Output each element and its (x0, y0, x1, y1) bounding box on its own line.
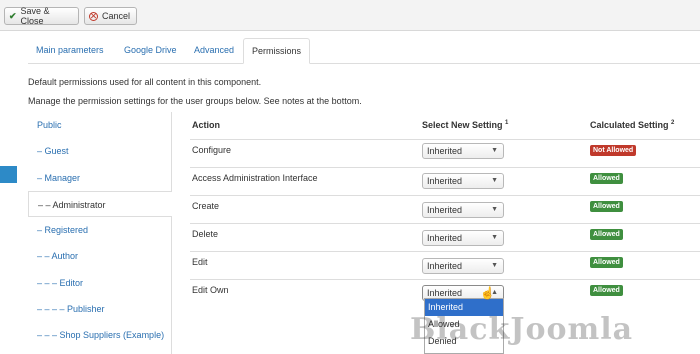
status-badge: Allowed (590, 257, 623, 268)
group-guest[interactable]: – Guest (28, 138, 171, 164)
header-calculated-setting: Calculated Setting 2 (590, 120, 675, 130)
tab-divider (28, 63, 700, 64)
group-editor[interactable]: – – – Editor (28, 270, 171, 296)
note-1: 1 (505, 120, 509, 126)
status-badge: Allowed (590, 173, 623, 184)
hand-pointer-icon: ☝ (480, 286, 495, 300)
status-badge: Allowed (590, 229, 623, 240)
action-delete: Delete (192, 229, 219, 239)
header-action: Action (192, 120, 220, 130)
setting-select-configure[interactable]: Inherited ▼ (422, 143, 504, 159)
table-row: Edit Inherited ▼ Allowed (190, 251, 700, 279)
watermark-logo: BlackJoomla (410, 312, 634, 347)
action-create: Create (192, 201, 220, 211)
cancel-circle-icon: ✕ (89, 10, 98, 21)
caret-down-icon: ▼ (491, 262, 498, 269)
sidebar-accent (0, 166, 17, 183)
action-access-admin-interface: Access Administration Interface (192, 173, 318, 183)
group-author[interactable]: – – Author (28, 243, 171, 269)
save-close-button[interactable]: ✔ Save & Close (4, 6, 79, 26)
table-row: Configure Inherited ▼ Not Allowed (190, 139, 700, 167)
caret-down-icon: ▼ (491, 234, 498, 241)
cancel-button[interactable]: ✕ Cancel (84, 7, 137, 25)
setting-select-create[interactable]: Inherited ▼ (422, 202, 504, 218)
tab-google-drive[interactable]: Google Drive (116, 38, 185, 63)
cancel-label: Cancel (102, 11, 131, 21)
check-icon: ✔ (9, 10, 17, 21)
caret-down-icon: ▼ (491, 147, 498, 154)
intro-manage-permissions: Manage the permission settings for the u… (28, 96, 362, 106)
table-row: Delete Inherited ▼ Allowed (190, 223, 700, 251)
status-badge: Allowed (590, 285, 623, 296)
setting-select-access-admin[interactable]: Inherited ▼ (422, 173, 504, 189)
status-badge: Allowed (590, 201, 623, 212)
setting-select-delete[interactable]: Inherited ▼ (422, 230, 504, 246)
toolbar: ✔ Save & Close ✕ Cancel (0, 0, 700, 31)
group-publisher[interactable]: – – – – Publisher (28, 296, 171, 322)
group-shop-suppliers[interactable]: – – – Shop Suppliers (Example) (28, 322, 171, 348)
save-close-label: Save & Close (20, 6, 50, 26)
caret-down-icon: ▼ (491, 206, 498, 213)
header-select-new-setting: Select New Setting 1 (422, 120, 509, 130)
table-header: Action Select New Setting 1 Calculated S… (190, 112, 700, 139)
user-groups-list: Public – Guest – Manager – – Administrat… (28, 112, 172, 354)
action-edit-own: Edit Own (192, 285, 229, 295)
action-configure: Configure (192, 145, 232, 155)
group-registered[interactable]: – Registered (28, 217, 171, 243)
tab-permissions[interactable]: Permissions (243, 38, 311, 64)
group-administrator[interactable]: – – Administrator (28, 190, 172, 218)
tab-advanced[interactable]: Advanced (186, 38, 242, 63)
tab-main-parameters[interactable]: Main parameters (28, 38, 112, 63)
table-row: Access Administration Interface Inherite… (190, 167, 700, 195)
note-2: 2 (671, 120, 675, 126)
group-public[interactable]: Public (28, 112, 171, 138)
intro-default-permissions: Default permissions used for all content… (28, 77, 262, 87)
caret-down-icon: ▼ (491, 177, 498, 184)
status-badge: Not Allowed (590, 145, 637, 156)
group-manager[interactable]: – Manager (28, 165, 171, 191)
action-edit: Edit (192, 257, 208, 267)
table-row: Create Inherited ▼ Allowed (190, 195, 700, 223)
setting-select-edit[interactable]: Inherited ▼ (422, 258, 504, 274)
